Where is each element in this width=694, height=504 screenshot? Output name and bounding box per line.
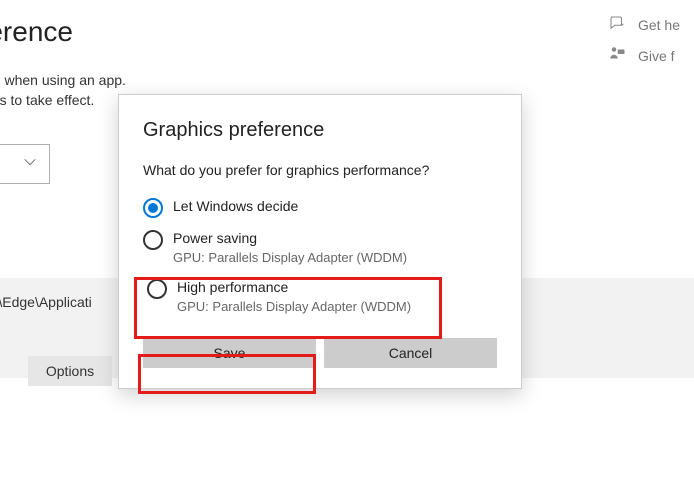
feedback-icon [608, 45, 626, 66]
app-type-dropdown[interactable] [0, 144, 50, 184]
dialog-buttons: Save Cancel [143, 338, 497, 368]
radio-label: High performance [177, 279, 411, 295]
graphics-preference-dialog: Graphics preference What do you prefer f… [118, 94, 522, 389]
radio-power-saving[interactable]: Power saving GPU: Parallels Display Adap… [143, 226, 497, 269]
give-feedback-label: Give f [638, 48, 675, 64]
page-desc-line2: r your changes to take effect. [0, 92, 94, 108]
options-button[interactable]: Options [28, 356, 112, 386]
page-title: eference [0, 16, 73, 48]
save-button[interactable]: Save [143, 338, 316, 368]
get-help-link[interactable]: Get he [608, 14, 680, 35]
chat-icon [608, 14, 626, 35]
header-links: Get he Give f [608, 14, 680, 66]
radio-sublabel: GPU: Parallels Display Adapter (WDDM) [177, 299, 411, 314]
get-help-label: Get he [638, 17, 680, 33]
radio-icon [143, 198, 163, 218]
radio-label: Let Windows decide [173, 198, 298, 214]
cancel-button[interactable]: Cancel [324, 338, 497, 368]
give-feedback-link[interactable]: Give f [608, 45, 680, 66]
app-path-text: osoft\Edge\Applicati [0, 294, 92, 310]
radio-label: Power saving [173, 230, 407, 246]
radio-let-windows-decide[interactable]: Let Windows decide [143, 194, 497, 222]
radio-high-performance[interactable]: High performance GPU: Parallels Display … [143, 273, 497, 320]
dialog-title: Graphics preference [143, 119, 497, 142]
page-desc-line1: e or battery life when using an app. [0, 72, 126, 88]
radio-group: Let Windows decide Power saving GPU: Par… [143, 194, 497, 320]
chevron-down-icon [23, 155, 37, 174]
dialog-question: What do you prefer for graphics performa… [143, 162, 497, 178]
radio-icon [143, 230, 163, 250]
radio-icon [147, 279, 167, 299]
radio-sublabel: GPU: Parallels Display Adapter (WDDM) [173, 250, 407, 265]
